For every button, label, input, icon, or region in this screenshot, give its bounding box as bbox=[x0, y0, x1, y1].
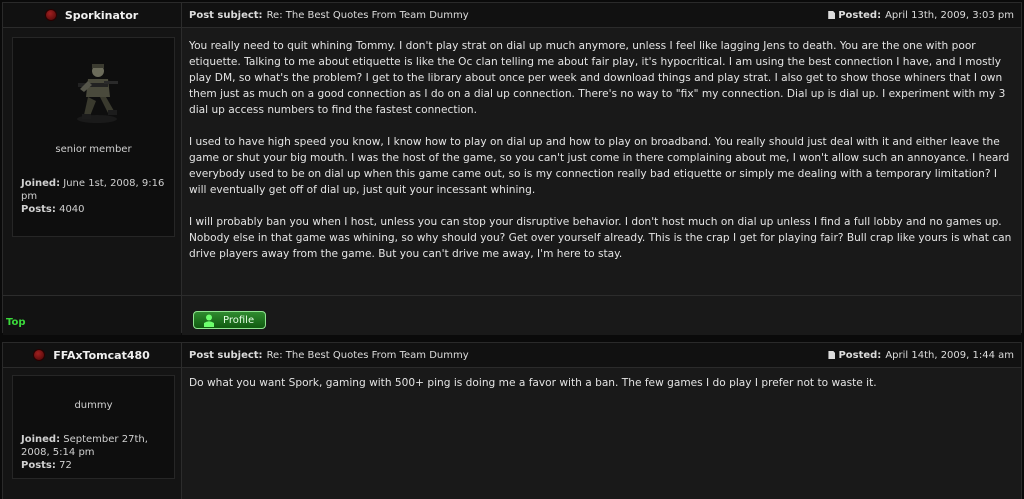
online-status-icon bbox=[45, 10, 56, 20]
posted-label: Posted: bbox=[838, 9, 882, 21]
post-subject: Re: The Best Quotes From Team Dummy bbox=[266, 9, 469, 21]
post-content-column: Post subject: Re: The Best Quotes From T… bbox=[182, 343, 1021, 499]
avatar bbox=[70, 59, 122, 125]
author-namebar: FFAxTomcat480 bbox=[3, 343, 181, 368]
author-name[interactable]: Sporkinator bbox=[65, 9, 138, 22]
subject-label: Post subject: bbox=[189, 9, 263, 21]
author-profile-box: senior member Joined: June 1st, 2008, 9:… bbox=[12, 37, 175, 237]
profile-user-icon bbox=[204, 314, 214, 327]
profile-button-label: Profile bbox=[223, 314, 255, 326]
post-footer-right: Profile bbox=[182, 295, 1021, 335]
post-subject: Re: The Best Quotes From Team Dummy bbox=[266, 349, 469, 361]
posts-count: 4040 bbox=[59, 204, 85, 215]
posts-label: Posts: bbox=[21, 460, 56, 471]
author-info: Joined: June 1st, 2008, 9:16 pm Posts: 4… bbox=[21, 177, 171, 216]
post-paragraph: I will probably ban you when I host, unl… bbox=[189, 216, 1012, 260]
post-paragraph: Do what you want Spork, gaming with 500+… bbox=[189, 377, 877, 389]
author-name[interactable]: FFAxTomcat480 bbox=[53, 349, 150, 362]
author-profile-box: dummy Joined: September 27th, 2008, 5:14… bbox=[12, 375, 175, 479]
post-header: Post subject: Re: The Best Quotes From T… bbox=[182, 343, 1021, 368]
post-1: Sporkinator senior member Joined: June 1… bbox=[2, 2, 1022, 335]
author-info: Joined: September 27th, 2008, 5:14 pm Po… bbox=[21, 433, 171, 472]
post-icon[interactable] bbox=[828, 351, 836, 359]
post-date: Posted: April 13th, 2009, 3:03 pm bbox=[828, 10, 1014, 21]
joined-label: Joined: bbox=[21, 178, 61, 189]
posts-label: Posts: bbox=[21, 204, 56, 215]
author-column: Sporkinator senior member Joined: June 1… bbox=[3, 3, 182, 332]
author-rank: dummy bbox=[74, 400, 113, 411]
post-2: FFAxTomcat480 dummy Joined: September 27… bbox=[2, 342, 1022, 499]
posted-label: Posted: bbox=[838, 349, 882, 361]
posted-value: April 14th, 2009, 1:44 am bbox=[885, 349, 1014, 361]
author-rank: senior member bbox=[55, 144, 132, 155]
post-paragraph: I used to have high speed you know, I kn… bbox=[189, 136, 1010, 196]
profile-button[interactable]: Profile bbox=[193, 311, 266, 329]
post-body: You really need to quit whining Tommy. I… bbox=[189, 38, 1015, 278]
online-status-icon bbox=[34, 350, 45, 360]
subject-label: Post subject: bbox=[189, 349, 263, 361]
post-date: Posted: April 14th, 2009, 1:44 am bbox=[828, 350, 1014, 361]
author-namebar: Sporkinator bbox=[3, 3, 181, 28]
post-header: Post subject: Re: The Best Quotes From T… bbox=[182, 3, 1021, 28]
post-content-column: Post subject: Re: The Best Quotes From T… bbox=[182, 3, 1021, 332]
top-link[interactable]: Top bbox=[6, 317, 26, 328]
posts-count: 72 bbox=[59, 460, 72, 471]
post-paragraph: You really need to quit whining Tommy. I… bbox=[189, 40, 1006, 116]
post-footer-left: Top bbox=[3, 295, 181, 335]
post-body: Do what you want Spork, gaming with 500+… bbox=[189, 375, 1015, 407]
joined-label: Joined: bbox=[21, 434, 61, 445]
post-icon[interactable] bbox=[828, 11, 836, 19]
posted-value: April 13th, 2009, 3:03 pm bbox=[885, 9, 1014, 21]
author-column: FFAxTomcat480 dummy Joined: September 27… bbox=[3, 343, 182, 499]
